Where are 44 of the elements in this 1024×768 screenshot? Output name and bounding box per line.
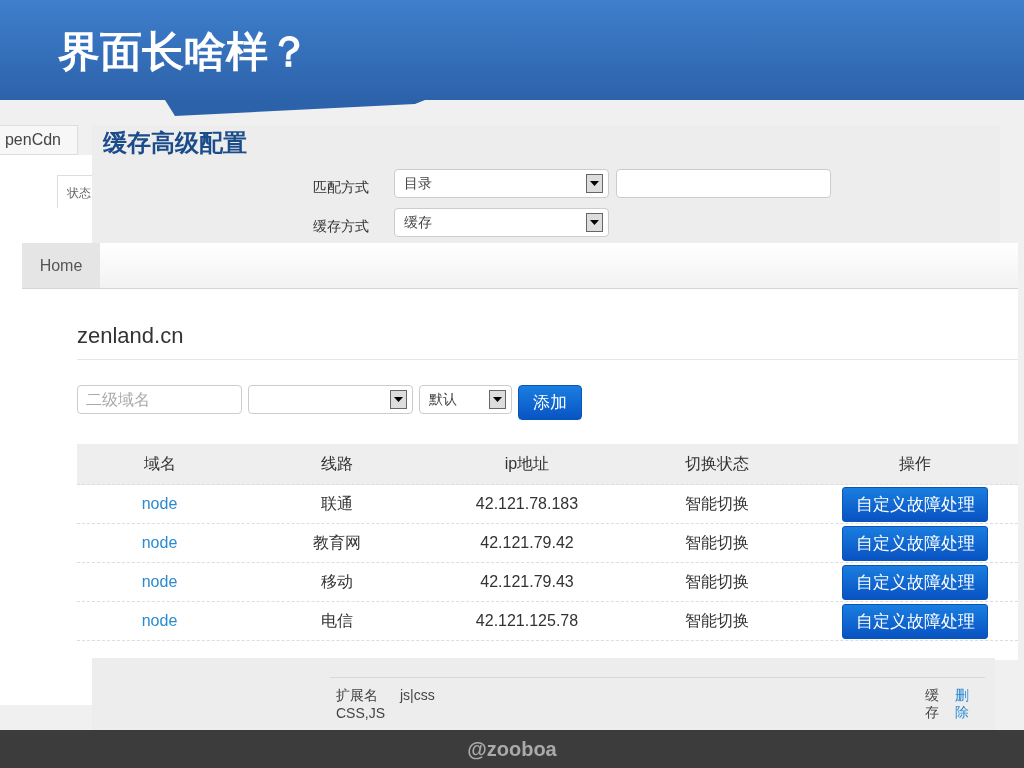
dropdown[interactable]: 目录 <box>394 169 609 198</box>
fault-handling-button[interactable]: 自定义故障处理 <box>842 603 988 639</box>
delete-link[interactable]: 删除 <box>955 687 969 721</box>
field-note: CSS,JS <box>336 705 386 721</box>
domain-link[interactable]: node <box>77 612 242 630</box>
table-cell-text: 42.121.79.42 <box>479 534 575 552</box>
column-header: 线路 <box>320 453 354 474</box>
field-label: 匹配方式 <box>312 177 370 197</box>
domain-heading: zenland.cn <box>77 289 1018 360</box>
table-cell-text: 智能切换 <box>684 532 750 553</box>
table-cell-text: 42.121.78.183 <box>474 495 580 513</box>
dropdown[interactable]: 默认 <box>419 385 512 414</box>
table-cell-text: 智能切换 <box>684 571 750 592</box>
nav-tab[interactable]: Home <box>22 243 100 288</box>
field-label: 扩展名 <box>336 687 378 705</box>
slide-title: 界面长啥样？ <box>58 26 311 78</box>
table-cell-text: 智能切换 <box>684 610 750 631</box>
column-header: 域名 <box>142 453 177 474</box>
column-header: ip地址 <box>503 453 551 474</box>
tab[interactable]: penCdn <box>0 125 78 155</box>
table-cell-text: 电信 <box>320 610 354 631</box>
author-handle: @zooboa <box>467 737 557 761</box>
rule-type: 缓存 <box>925 687 939 721</box>
add-button[interactable]: 添加 <box>518 385 582 420</box>
fault-handling-button[interactable]: 自定义故障处理 <box>842 525 988 561</box>
text-field[interactable] <box>616 169 831 198</box>
table-cell-text: 教育网 <box>312 532 362 553</box>
field-value: js|css <box>400 687 435 705</box>
column-header: 切换状态 <box>684 453 750 474</box>
fault-handling-button[interactable]: 自定义故障处理 <box>842 486 988 522</box>
text-field[interactable]: 二级域名 <box>77 385 242 414</box>
table-cell-text: 42.121.125.78 <box>474 612 580 630</box>
domain-link[interactable]: node <box>77 495 242 513</box>
dropdown[interactable]: 缓存 <box>394 208 609 237</box>
column-header: 操作 <box>898 453 932 474</box>
table-cell-text: 智能切换 <box>684 493 750 514</box>
domain-link[interactable]: node <box>77 534 242 552</box>
panel-title: 缓存高级配置 <box>103 127 247 159</box>
field-label: 缓存方式 <box>312 216 370 236</box>
table-cell-text: 联通 <box>320 493 354 514</box>
table-cell-text: 移动 <box>320 571 354 592</box>
fault-handling-button[interactable]: 自定义故障处理 <box>842 564 988 600</box>
domain-link[interactable]: node <box>77 573 242 591</box>
table-cell-text: 42.121.79.43 <box>479 573 575 591</box>
